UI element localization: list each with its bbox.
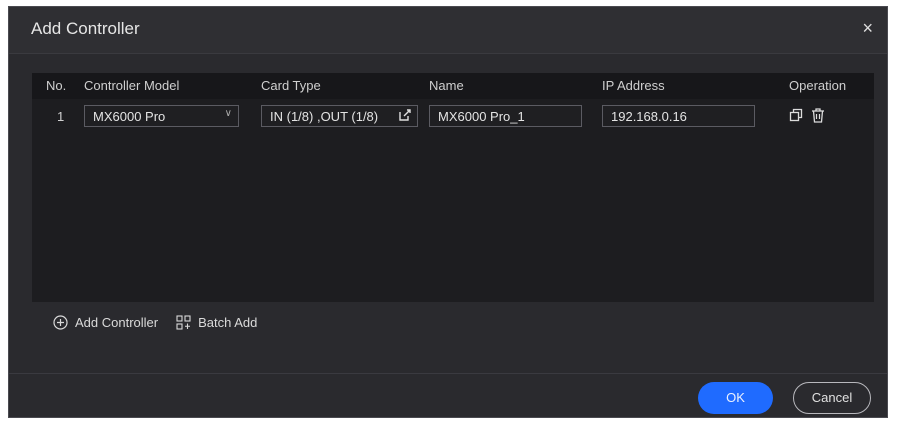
table-row: 1 MX6000 Pro ∨ IN (1/8) ,OUT (1/8) MX600…	[32, 103, 874, 131]
header-card-type: Card Type	[261, 78, 321, 93]
add-controller-dialog: Add Controller × No. Controller Model Ca…	[8, 6, 888, 418]
table-header: No. Controller Model Card Type Name IP A…	[32, 73, 874, 99]
row-operations	[789, 108, 825, 123]
batch-add-icon	[176, 315, 191, 330]
close-icon[interactable]: ×	[862, 19, 873, 37]
add-controller-label: Add Controller	[75, 315, 159, 330]
cancel-button[interactable]: Cancel	[793, 382, 871, 414]
batch-add-button[interactable]: Batch Add	[176, 315, 257, 330]
edit-icon[interactable]	[398, 108, 412, 122]
footer-divider	[9, 373, 887, 374]
header-name: Name	[429, 78, 464, 93]
header-ip-address: IP Address	[602, 78, 665, 93]
header-no: No.	[46, 78, 67, 93]
ip-address-value: 192.168.0.16	[611, 109, 687, 124]
controller-model-select[interactable]: MX6000 Pro ∨	[84, 105, 239, 127]
chevron-down-icon: ∨	[224, 108, 232, 119]
header-operation: Operation	[789, 78, 847, 93]
card-type-field[interactable]: IN (1/8) ,OUT (1/8)	[261, 105, 418, 127]
trash-icon[interactable]	[811, 108, 825, 123]
controller-name-value: MX6000 Pro_1	[438, 109, 525, 124]
controller-model-value: MX6000 Pro	[93, 109, 166, 124]
table-actions: Add Controller Batch Add	[53, 315, 257, 330]
ip-address-input[interactable]: 192.168.0.16	[602, 105, 755, 127]
controller-name-input[interactable]: MX6000 Pro_1	[429, 105, 582, 127]
batch-add-label: Batch Add	[198, 315, 258, 330]
ok-button[interactable]: OK	[698, 382, 773, 414]
add-controller-button[interactable]: Add Controller	[53, 315, 158, 330]
card-type-value: IN (1/8) ,OUT (1/8)	[270, 109, 379, 124]
dialog-titlebar: Add Controller ×	[9, 7, 887, 54]
controller-table: No. Controller Model Card Type Name IP A…	[32, 73, 874, 302]
plus-circle-icon	[53, 315, 68, 330]
header-controller-model: Controller Model	[84, 78, 180, 93]
dialog-title: Add Controller	[31, 19, 140, 38]
copy-icon[interactable]	[789, 108, 803, 123]
row-number: 1	[57, 109, 65, 124]
